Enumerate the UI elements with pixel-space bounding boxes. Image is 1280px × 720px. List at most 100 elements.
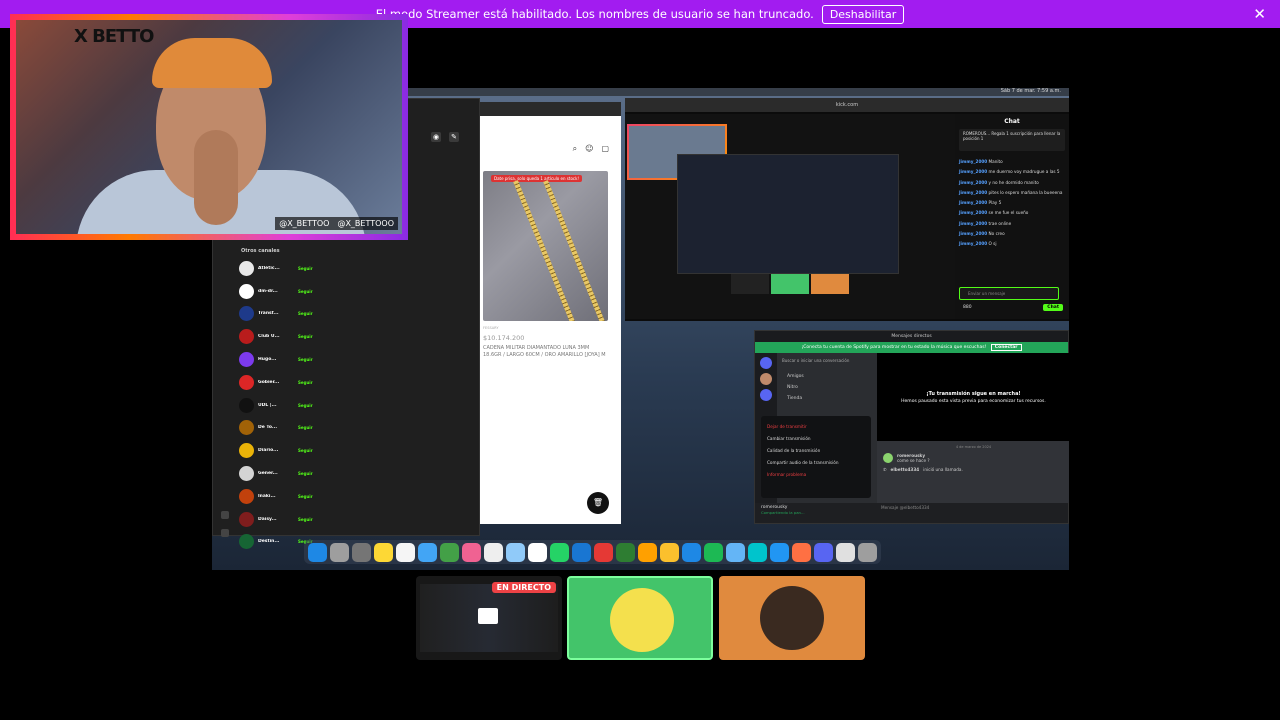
dock-app-icon[interactable] — [506, 542, 525, 562]
dock-app-icon[interactable] — [616, 542, 635, 562]
delete-icon[interactable]: 🗑 — [587, 492, 609, 514]
dm-search[interactable]: Buscar o iniciar una conversación — [782, 358, 872, 366]
chat-username[interactable]: Jimmy_2000 — [959, 221, 987, 226]
channel-item[interactable]: Daisy... Seguir — [239, 508, 315, 531]
dock-app-icon[interactable] — [352, 542, 371, 562]
dock-app-icon[interactable] — [418, 542, 437, 562]
channel-item[interactable]: Club U... Seguir — [239, 325, 315, 348]
chat-username[interactable]: Jimmy_2000 — [959, 200, 987, 205]
follow-button[interactable]: Seguir — [298, 266, 313, 271]
dock-app-icon[interactable] — [836, 542, 855, 562]
dock-app-icon[interactable] — [462, 542, 481, 562]
product-image[interactable]: Date prisa, solo queda 1 artículo en sto… — [483, 171, 608, 321]
follow-button[interactable]: Seguir — [298, 471, 313, 476]
chat-username[interactable]: Jimmy_2000 — [959, 210, 987, 215]
channel-item[interactable]: Gobier... Seguir — [239, 371, 315, 394]
settings-icon[interactable] — [221, 529, 229, 537]
camera-icon[interactable]: ◉ — [431, 132, 441, 142]
stream-menu-item[interactable]: Calidad de la transmisión — [765, 444, 867, 456]
kick-url-bar[interactable]: kick.com — [625, 98, 1069, 112]
dock-app-icon[interactable] — [770, 542, 789, 562]
chat-send-button[interactable]: Chat — [1043, 304, 1063, 311]
dock-app-icon[interactable] — [594, 542, 613, 562]
chat-input[interactable]: Enviar un mensaje — [959, 287, 1059, 300]
close-icon[interactable]: ✕ — [1253, 5, 1266, 23]
nav-nitro[interactable]: Nitro — [777, 382, 877, 393]
dock-app-icon[interactable] — [682, 542, 701, 562]
stream-menu-item[interactable]: Informar problema — [765, 468, 867, 480]
nav-friends[interactable]: Amigos — [777, 371, 877, 382]
message-input[interactable]: Mensaje @elbetto4334 — [881, 505, 981, 510]
stream-menu-item[interactable]: Cambiar transmisión — [765, 432, 867, 444]
stream-menu-item[interactable]: Compartir audio de la transmisión — [765, 456, 867, 468]
account-icon[interactable]: ☺ — [585, 144, 593, 154]
preview-title: ¡Tu transmisión sigue en marcha! — [926, 390, 1021, 397]
pinned-gift-banner[interactable]: ROMEROUS... Regala 1 suscripción para ll… — [959, 129, 1065, 151]
cart-icon[interactable]: ▢ — [601, 144, 609, 154]
search-icon[interactable]: ⌕ — [573, 144, 577, 154]
chat-username[interactable]: Jimmy_2000 — [959, 190, 987, 195]
channel-item[interactable]: Atlétic... Seguir — [239, 257, 315, 280]
product-description: CADENA MILITAR DIAMANTADO LUNA 3MM 18.6G… — [483, 345, 606, 358]
follow-button[interactable]: Seguir — [298, 357, 313, 362]
dock-app-icon[interactable] — [440, 542, 459, 562]
dock-app-icon[interactable] — [792, 542, 811, 562]
channel-item[interactable]: Gener... Seguir — [239, 462, 315, 485]
edit-icon[interactable]: ✎ — [449, 132, 459, 142]
follow-button[interactable]: Seguir — [298, 289, 313, 294]
channel-item[interactable]: Hugo... Seguir — [239, 348, 315, 371]
follow-button[interactable]: Seguir — [298, 380, 313, 385]
dock-app-icon[interactable] — [858, 542, 877, 562]
dock-app-icon[interactable] — [330, 542, 349, 562]
kick-stream-player[interactable] — [625, 114, 955, 319]
dock-app-icon[interactable] — [572, 542, 591, 562]
follow-button[interactable]: Seguir — [298, 403, 313, 408]
dock-app-icon[interactable] — [528, 542, 547, 562]
chat-username[interactable]: Jimmy_2000 — [959, 231, 987, 236]
chat-username[interactable]: Jimmy_2000 — [959, 180, 987, 185]
chat-message: Jimmy_2000 O sj — [959, 241, 1065, 246]
screenshare-tile[interactable]: EN DIRECTO — [416, 576, 562, 660]
nested-tile — [771, 274, 809, 294]
nested-tiles — [731, 274, 849, 294]
follow-button[interactable]: Seguir — [298, 448, 313, 453]
chat-username[interactable]: Jimmy_2000 — [959, 241, 987, 246]
follow-button[interactable]: Seguir — [298, 334, 313, 339]
nav-shop[interactable]: Tienda — [777, 393, 877, 404]
channel-item[interactable]: UDL |... Seguir — [239, 394, 315, 417]
channel-item[interactable]: Transf... Seguir — [239, 303, 315, 326]
home-icon[interactable] — [221, 511, 229, 519]
follow-button[interactable]: Seguir — [298, 494, 313, 499]
connect-button[interactable]: Conectar — [990, 344, 1022, 351]
channel-item[interactable]: Diario... Seguir — [239, 439, 315, 462]
dock-app-icon[interactable] — [704, 542, 723, 562]
follow-button[interactable]: Seguir — [298, 517, 313, 522]
dock-app-icon[interactable] — [660, 542, 679, 562]
chat-username[interactable]: Jimmy_2000 — [959, 169, 987, 174]
disable-streamer-mode-button[interactable]: Deshabilitar — [821, 4, 905, 24]
dock-app-icon[interactable] — [748, 542, 767, 562]
user-panel[interactable]: romerousky Compartiendo la pan... — [761, 505, 805, 515]
chat-username[interactable]: Jimmy_2000 — [959, 159, 987, 164]
dock-app-icon[interactable] — [726, 542, 745, 562]
follow-button[interactable]: Seguir — [298, 311, 313, 316]
channel-name: UDL |... — [258, 402, 277, 408]
follow-button[interactable]: Seguir — [298, 425, 313, 430]
participant-tile[interactable] — [719, 576, 865, 660]
channel-item[interactable]: Iñaki... Seguir — [239, 485, 315, 508]
dock-app-icon[interactable] — [484, 542, 503, 562]
discord-home-icon[interactable] — [760, 357, 772, 369]
server-icon[interactable] — [760, 389, 772, 401]
server-icon[interactable] — [760, 373, 772, 385]
dock-app-icon[interactable] — [550, 542, 569, 562]
dock-app-icon[interactable] — [308, 542, 327, 562]
channel-item[interactable]: De To... Seguir — [239, 417, 315, 440]
chat-message: Jimmy_2000 me duermo voy madrugue a las … — [959, 169, 1065, 174]
dock-app-icon[interactable] — [638, 542, 657, 562]
stream-menu-item[interactable]: Dejar de transmitir — [765, 420, 867, 432]
participant-tile-active[interactable] — [567, 576, 713, 660]
dock-app-icon[interactable] — [374, 542, 393, 562]
dock-app-icon[interactable] — [396, 542, 415, 562]
dock-app-icon[interactable] — [814, 542, 833, 562]
channel-item[interactable]: dm-dr... Seguir — [239, 280, 315, 303]
